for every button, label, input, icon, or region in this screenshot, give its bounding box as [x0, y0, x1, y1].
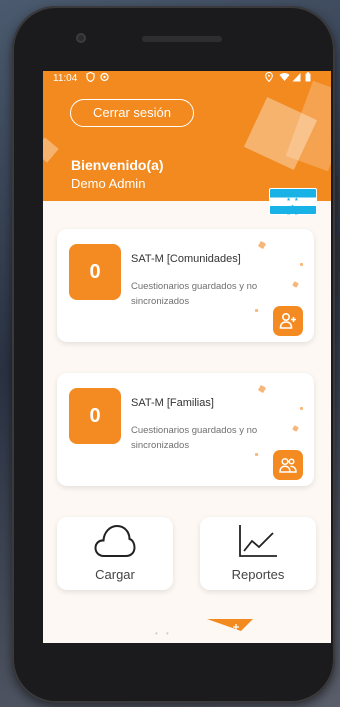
- decorative-dot: [255, 453, 258, 456]
- add-user-button[interactable]: [273, 306, 303, 336]
- header-banner: 11:04 Cerrar sesión Bienvenido(a) Demo A…: [43, 71, 331, 201]
- reports-button[interactable]: Reportes: [200, 517, 316, 590]
- decorative-dot: [257, 240, 267, 250]
- volume-button: [335, 176, 338, 216]
- decorative-dot: [255, 309, 258, 312]
- front-camera: [76, 33, 86, 43]
- decorative-dot: [292, 281, 299, 288]
- signal-icon: [292, 72, 301, 84]
- add-user-icon: [279, 312, 296, 329]
- logout-button[interactable]: Cerrar sesión: [70, 99, 194, 127]
- pending-count: 0: [69, 388, 121, 444]
- line-chart-icon: [239, 525, 277, 557]
- phone-frame: 11:04 Cerrar sesión Bienvenido(a) Demo A…: [12, 6, 338, 703]
- survey-card-comunidades[interactable]: 0 SAT-M [Comunidades] Cuestionarios guar…: [57, 229, 314, 342]
- honduras-flag-icon: ★ ★ ★ ★ ★: [269, 188, 317, 217]
- decorative-dot: [300, 263, 303, 266]
- app-screen: 11:04 Cerrar sesión Bienvenido(a) Demo A…: [43, 71, 331, 643]
- status-time: 11:04: [53, 73, 78, 84]
- card-description: Cuestionarios guardados y no sincronizad…: [131, 425, 258, 451]
- pending-count: 0: [69, 244, 121, 300]
- welcome-title: Bienvenido(a): [71, 157, 164, 173]
- decorative-shape: [43, 137, 59, 163]
- upload-label: Cargar: [95, 567, 135, 582]
- upload-button[interactable]: Cargar: [57, 517, 173, 590]
- card-title: SAT-M [Comunidades]: [131, 253, 241, 265]
- card-description: Cuestionarios guardados y no sincronizad…: [131, 281, 258, 307]
- cloud-icon: [94, 524, 136, 557]
- record-icon: [100, 72, 109, 84]
- location-icon: [265, 71, 273, 84]
- decorative-dot: [257, 384, 267, 394]
- status-bar: 11:04: [43, 71, 331, 87]
- card-title: SAT-M [Familias]: [131, 397, 214, 409]
- shield-icon: [86, 71, 95, 84]
- decorative-dot: [292, 425, 299, 432]
- battery-icon: [305, 72, 311, 84]
- wifi-icon: [279, 72, 290, 84]
- reports-label: Reportes: [231, 567, 285, 582]
- group-button[interactable]: [273, 450, 303, 480]
- earpiece-speaker: [142, 36, 222, 42]
- survey-card-familias[interactable]: 0 SAT-M [Familias] Cuestionarios guardad…: [57, 373, 314, 486]
- user-name: Demo Admin: [71, 176, 146, 191]
- power-button: [335, 236, 338, 296]
- decorative-dot: [300, 407, 303, 410]
- group-icon: [279, 457, 297, 473]
- decorative-shape: [207, 619, 253, 631]
- decorative-dots: • •: [155, 629, 172, 638]
